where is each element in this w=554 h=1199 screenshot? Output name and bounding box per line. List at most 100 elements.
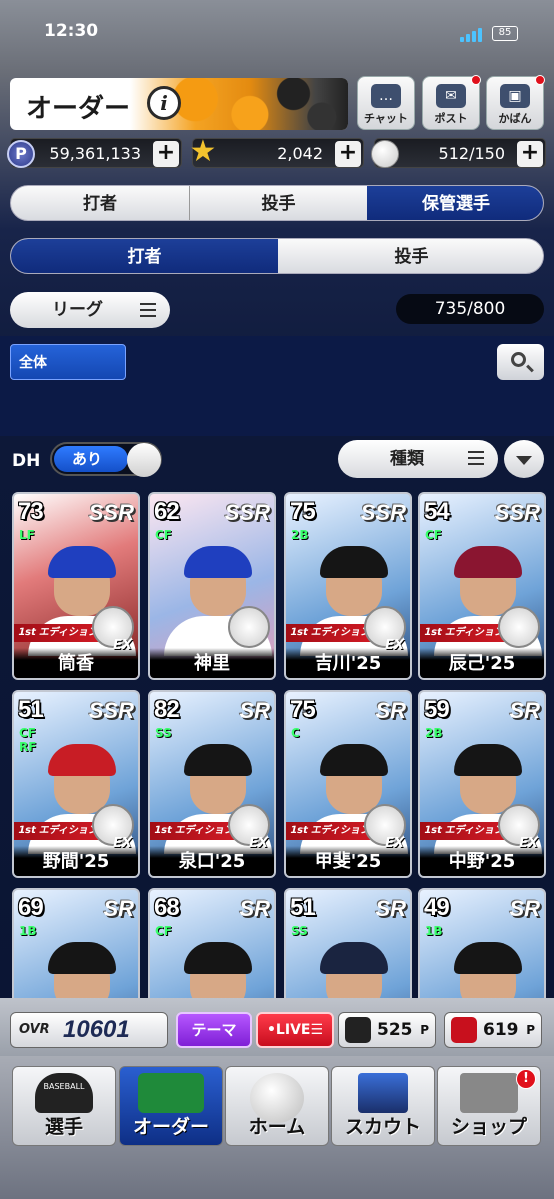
nav-players[interactable]: BASEBALL 選手	[12, 1066, 116, 1146]
card-ovr: 69	[18, 894, 44, 921]
baseball-icon	[371, 140, 399, 168]
info-icon[interactable]: i	[147, 86, 181, 120]
dh-toggle[interactable]: あり	[50, 442, 162, 477]
player-card[interactable]: 73 LF SSR 1st エディション EX 筒香	[12, 492, 140, 680]
search-button[interactable]	[497, 344, 544, 380]
kind-sort-button[interactable]: 種類	[338, 440, 498, 478]
card-ovr: 51	[290, 894, 316, 921]
post-button[interactable]: ✉ ポスト	[422, 75, 481, 130]
player-card[interactable]: 75 2B SSR 1st エディション EX 吉川'25	[284, 492, 412, 680]
card-position: LF	[19, 528, 35, 542]
battery-icon: 85	[492, 26, 518, 41]
card-position: SS	[291, 924, 308, 938]
card-ovr: 82	[154, 696, 180, 723]
card-position: C	[291, 726, 300, 740]
add-balls-button[interactable]: +	[517, 141, 543, 167]
cap-icon	[48, 546, 116, 578]
league-filter-button[interactable]: リーグ	[10, 292, 170, 328]
card-ovr: 73	[18, 498, 44, 525]
points-currency: P 59,361,133 +	[7, 138, 182, 168]
cap-icon: BASEBALL	[35, 1073, 93, 1113]
player-card[interactable]: 62 CF SSR 神里	[148, 492, 276, 680]
cap-icon	[48, 744, 116, 776]
theme-button[interactable]: テーマ	[176, 1012, 252, 1048]
card-rarity: SSR	[88, 698, 134, 723]
team-emblem-icon	[498, 606, 540, 648]
nav-shop[interactable]: ショップ !	[437, 1066, 541, 1146]
coin-icon	[345, 1017, 371, 1043]
p-coin-icon: P	[7, 140, 35, 168]
card-player-name: 野間'25	[14, 846, 138, 876]
card-ovr: 62	[154, 498, 180, 525]
add-points-button[interactable]: +	[153, 141, 179, 167]
card-position: 2B	[425, 726, 443, 740]
cap-icon	[184, 942, 252, 974]
chat-button[interactable]: … チャット	[357, 76, 415, 130]
chevron-down-icon[interactable]	[504, 440, 544, 478]
card-ovr: 68	[154, 894, 180, 921]
card-ovr: 59	[424, 696, 450, 723]
card-player-name: 神里	[150, 648, 274, 678]
card-position: 1B	[19, 924, 37, 938]
live-button[interactable]: •LIVE☰	[256, 1012, 334, 1048]
status-time: 12:30	[44, 21, 99, 41]
card-rarity: SR	[509, 698, 540, 723]
card-position: CF	[155, 528, 173, 542]
sub-tabs: 打者 投手	[10, 238, 544, 274]
add-stars-button[interactable]: +	[335, 141, 361, 167]
cap-icon	[454, 546, 522, 578]
card-rarity: SR	[239, 896, 270, 921]
card-rarity: SSR	[224, 500, 270, 525]
cap-icon	[184, 744, 252, 776]
nav-order[interactable]: オーダー	[119, 1066, 223, 1146]
scout-cards-icon	[358, 1073, 408, 1113]
bottom-nav: BASEBALL 選手 オーダー ホーム スカウト ショップ !	[0, 1056, 554, 1199]
player-card[interactable]: 68 CF SR	[148, 888, 276, 998]
tab-pitchers[interactable]: 投手	[189, 186, 367, 220]
search-icon	[511, 352, 526, 367]
player-card[interactable]: 51 SS SR	[284, 888, 412, 998]
card-rarity: SR	[239, 698, 270, 723]
card-position: SS	[155, 726, 172, 740]
title-bar: オーダー i	[10, 78, 348, 130]
cap-icon	[320, 546, 388, 578]
subtab-pitchers[interactable]: 投手	[278, 239, 543, 273]
dh-label: DH	[12, 451, 41, 471]
page-title: オーダー	[26, 94, 131, 124]
menu-icon	[468, 451, 484, 465]
signal-icon	[460, 26, 484, 42]
player-card-grid: 73 LF SSR 1st エディション EX 筒香 62 CF SSR 神里 75 2B SSR 1st…	[0, 490, 554, 998]
subtab-batters[interactable]: 打者	[11, 239, 278, 273]
player-card[interactable]: 69 1B SR	[12, 888, 140, 998]
notification-dot	[535, 75, 545, 85]
field-icon	[138, 1073, 204, 1113]
card-rarity: SSR	[360, 500, 406, 525]
card-player-name: 泉口'25	[150, 846, 274, 876]
bag-button[interactable]: ▣ かばん	[486, 75, 545, 130]
cap-icon	[454, 942, 522, 974]
coin-box-2[interactable]: 619 P	[444, 1012, 542, 1048]
nav-home[interactable]: ホーム	[225, 1066, 329, 1146]
toggle-knob	[127, 443, 161, 477]
player-card[interactable]: 49 1B SR	[418, 888, 546, 998]
player-count: 735/800	[396, 294, 544, 324]
player-card[interactable]: 51 CF RF SSR 1st エディション EX 野間'25	[12, 690, 140, 878]
card-player-name: 甲斐'25	[286, 846, 410, 876]
tab-stored-players[interactable]: 保管選手	[367, 186, 543, 220]
card-player-name: 吉川'25	[286, 648, 410, 678]
star-icon: ★	[189, 134, 217, 169]
all-filter-chip[interactable]: 全体	[10, 344, 126, 380]
ovr-total: OVR 10601	[10, 1012, 168, 1048]
cap-icon	[184, 546, 252, 578]
tab-batters[interactable]: 打者	[11, 186, 189, 220]
player-card[interactable]: 82 SS SR 1st エディション EX 泉口'25	[148, 690, 276, 878]
cart-icon	[460, 1073, 518, 1113]
card-position: 2B	[291, 528, 309, 542]
coin-box-1[interactable]: 525 P	[338, 1012, 436, 1048]
player-card[interactable]: 59 2B SR 1st エディション EX 中野'25	[418, 690, 546, 878]
card-ovr: 75	[290, 696, 316, 723]
player-card[interactable]: 54 CF SSR 1st エディション 辰己'25	[418, 492, 546, 680]
card-ovr: 54	[424, 498, 450, 525]
nav-scout[interactable]: スカウト	[331, 1066, 435, 1146]
player-card[interactable]: 75 C SR 1st エディション EX 甲斐'25	[284, 690, 412, 878]
